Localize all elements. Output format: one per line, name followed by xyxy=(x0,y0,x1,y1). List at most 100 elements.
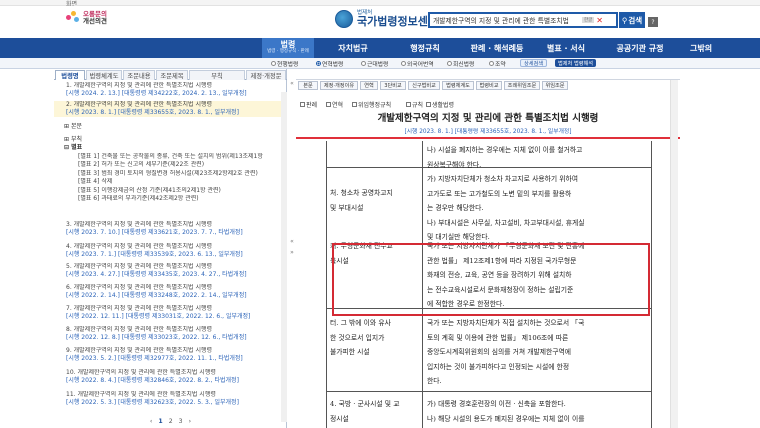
life-law-toggle[interactable]: 생활법령 xyxy=(426,100,454,109)
content-scrollbar[interactable] xyxy=(670,80,678,428)
pager-next[interactable]: › xyxy=(189,418,191,425)
list-item[interactable]: 9. 개발제한구역의 지정 및 관리에 관한 특별조치법 시행령 [시행 202… xyxy=(54,347,282,363)
delegated-rule-toggle[interactable]: 위임행정규칙 xyxy=(352,100,391,109)
pager-prev[interactable]: ‹ xyxy=(150,418,152,425)
radio-icon xyxy=(361,61,366,66)
feedback-link[interactable]: 오롱문의 개선의견 xyxy=(66,11,107,25)
search-button[interactable]: ⚲ 검색 xyxy=(619,12,645,28)
emblem-icon xyxy=(335,10,353,28)
delegated-article-button[interactable]: 위임조문 xyxy=(542,81,568,90)
document-enforcement-info: [시행 2023. 8. 1.] [대통령령 제33655호, 2023. 8.… xyxy=(404,129,572,135)
ordinance-delegation-button[interactable]: 조례위임조문 xyxy=(504,81,540,90)
interpretation-button[interactable]: 법제처 법령해석 xyxy=(555,59,597,67)
list-item[interactable]: 7. 개발제한구역의 지정 및 관리에 관한 특별조치법 시행령 [시행 202… xyxy=(54,305,282,321)
nav-law[interactable]: 법령 법령 · 행정규칙 · 판례 xyxy=(262,38,314,58)
option-foreign[interactable]: 외국어번역 xyxy=(401,59,434,68)
pager-page-2[interactable]: 2 xyxy=(169,418,173,425)
feedback-line2: 개선의견 xyxy=(83,17,107,25)
option-modern[interactable]: 근대법령 xyxy=(361,59,388,68)
tab-law-name[interactable]: 법령명 xyxy=(55,70,85,80)
rule-toggle[interactable]: 규칙 xyxy=(406,100,423,109)
table-cell: 나) 시설을 폐지하는 경우에는 지체 없이 이를 철거하고 원상복구해야 한다… xyxy=(427,146,583,169)
tree-leaf[interactable]: [별표 5] 이행강제금의 산정 기준(제41조의2제1항 관련) xyxy=(54,187,282,196)
clear-icon[interactable]: ✕ xyxy=(596,16,603,25)
list-item[interactable]: 8. 개발제한구역의 지정 및 관리에 관한 특별조치법 시행령 [시행 202… xyxy=(54,326,282,342)
law-type-options: 현행법령 연혁법령 근대법령 외국어번역 회신법령 조약 상세검색 법제처 법령… xyxy=(0,58,760,69)
nav-item-public-rule[interactable]: 공공기관 규정 xyxy=(600,38,680,58)
nav-item-ordinance[interactable]: 자치법규 xyxy=(318,38,388,58)
radio-icon xyxy=(489,61,494,66)
body-button[interactable]: 본문 xyxy=(298,81,318,90)
tree-leaf[interactable]: [별표 2] 허가 또는 신고의 세부기준(제22조 관련) xyxy=(54,161,282,170)
tree-node-body[interactable]: ⊞ 본문 xyxy=(54,123,282,132)
tree-leaf[interactable]: [별표 6] 과태료의 부과기준(제42조제2항 관련) xyxy=(54,195,282,204)
pager-page-3[interactable]: 3 xyxy=(179,418,183,425)
checkbox-icon xyxy=(352,102,357,107)
search-input[interactable] xyxy=(430,16,580,24)
search-icon: ⚲ xyxy=(621,15,628,25)
nav-item-form[interactable]: 별표 · 서식 xyxy=(534,38,598,58)
radio-icon xyxy=(447,61,452,66)
option-current[interactable]: 현행법령 xyxy=(271,59,298,68)
checkbox-icon xyxy=(326,102,331,107)
detail-search-button[interactable]: 상세검색 xyxy=(520,59,548,67)
tree-leaf[interactable]: [별표 4] 삭제 xyxy=(54,178,282,187)
help-button[interactable]: ? xyxy=(648,17,658,27)
law-compare-button[interactable]: 법령비교 xyxy=(476,81,502,90)
content-top-bar xyxy=(296,69,680,80)
option-reply[interactable]: 회신법령 xyxy=(447,59,474,68)
option-treaty[interactable]: 조약 xyxy=(489,59,506,68)
tab-law-system[interactable]: 법령체계도 xyxy=(86,70,122,80)
three-way-compare-button[interactable]: 3단비교 xyxy=(380,81,406,90)
checkbox-icon xyxy=(426,102,431,107)
list-item[interactable]: 3. 개발제한구역의 지정 및 관리에 관한 특별조치법 시행령 [시행 202… xyxy=(54,221,282,237)
site-header: 오롱문의 개선의견 법제처 국가법령정보센터 한글 ✕ ⚲ 검색 ? xyxy=(0,6,760,38)
list-item[interactable]: 1. 개발제한구역의 지정 및 관리에 관한 특별조치법 시행령 [시행 202… xyxy=(54,82,282,98)
tab-article-title[interactable]: 조문제목 xyxy=(156,70,188,80)
tab-addenda[interactable]: 부칙 xyxy=(189,70,245,80)
logo-title: 국가법령정보센터 xyxy=(357,15,438,28)
content-buttons: 본문 제정·개정이유 연혁 3단비교 신구법비교 법령체계도 법령비교 조례위임… xyxy=(296,81,680,91)
list-item[interactable]: 10. 개발제한구역의 지정 및 관리에 관한 특별조치법 시행령 [시행 20… xyxy=(54,369,282,385)
option-history[interactable]: 연혁법령 xyxy=(316,59,343,68)
search-button-label: 검색 xyxy=(628,15,643,25)
tab-revision-text[interactable]: 제정·개정문 xyxy=(246,70,286,80)
left-scrollbar[interactable] xyxy=(281,92,287,422)
feedback-logo-icon xyxy=(66,11,80,25)
nav-law-sub: 법령 · 행정규칙 · 판례 xyxy=(267,49,309,54)
pager-page-1[interactable]: 1 xyxy=(158,418,162,425)
history-button[interactable]: 연혁 xyxy=(360,81,378,90)
expand-arrow-icon[interactable]: « xyxy=(289,236,295,246)
list-item[interactable]: 5. 개발제한구역의 지정 및 관리에 관한 특별조치법 시행령 [시행 202… xyxy=(54,263,282,279)
collapse-arrow-icon[interactable]: « xyxy=(289,78,295,88)
keyboard-icon[interactable]: 한글 xyxy=(582,17,595,23)
history-toggle[interactable]: 연혁 xyxy=(326,100,343,109)
nav-item-etc[interactable]: 그밖의 xyxy=(682,38,760,58)
checkbox-icon xyxy=(406,102,411,107)
tree-leaf[interactable]: [별표 1] 건축물 또는 공작물의 종류, 건축 또는 설치의 범위(제13조… xyxy=(54,153,282,162)
nav-item-precedent[interactable]: 판례 · 해석례등 xyxy=(462,38,532,58)
law-system-button[interactable]: 법령체계도 xyxy=(442,81,474,90)
nav-item-admin-rule[interactable]: 행정규칙 xyxy=(390,38,460,58)
expand-arrow-icon[interactable]: » xyxy=(289,247,295,257)
tab-article-content[interactable]: 조문내용 xyxy=(123,70,155,80)
radio-selected-icon xyxy=(316,61,321,66)
list-item[interactable]: 6. 개발제한구역의 지정 및 관리에 관한 특별조치법 시행령 [시행 202… xyxy=(54,284,282,300)
site-logo[interactable]: 법제처 국가법령정보센터 xyxy=(335,10,438,28)
table-cell-label: 터. 그 밖에 이와 유사 한 것으로서 입지가 불가피한 시설 xyxy=(330,319,391,356)
revision-reason-button[interactable]: 제정·개정이유 xyxy=(320,81,358,90)
table-cell-label: 처. 청소차 공영차고지 및 부대시설 xyxy=(330,189,393,212)
list-item[interactable]: 4. 개발제한구역의 지정 및 관리에 관한 특별조치법 시행령 [시행 202… xyxy=(54,243,282,259)
table-cell: 국가 또는 지방자치단체가 직접 설치하는 것으로서 「국 토의 계획 및 이용… xyxy=(427,319,585,385)
tree-node-appendix[interactable]: ⊟ 별표 xyxy=(54,144,282,153)
precedent-toggle[interactable]: 판례 xyxy=(300,100,317,109)
tree-node-addenda[interactable]: ⊞ 부칙 xyxy=(54,136,282,145)
pagination: ‹ 1 2 3 › xyxy=(54,416,287,426)
list-item-selected[interactable]: 2. 개발제한구역의 지정 및 관리에 관한 특별조치법 시행령 [시행 202… xyxy=(54,101,282,117)
list-item[interactable]: 11. 개발제한구역의 지정 및 관리에 관한 특별조치법 시행령 [시행 20… xyxy=(54,391,282,407)
radio-icon xyxy=(401,61,406,66)
old-new-compare-button[interactable]: 신구법비교 xyxy=(408,81,440,90)
radio-icon xyxy=(271,61,276,66)
tree-leaf[interactable]: [별표 3] 범죄 경미 토지의 형질변경 허용시설(제23조제2항제2호 관련… xyxy=(54,170,282,179)
search-box: 한글 ✕ xyxy=(428,12,618,28)
